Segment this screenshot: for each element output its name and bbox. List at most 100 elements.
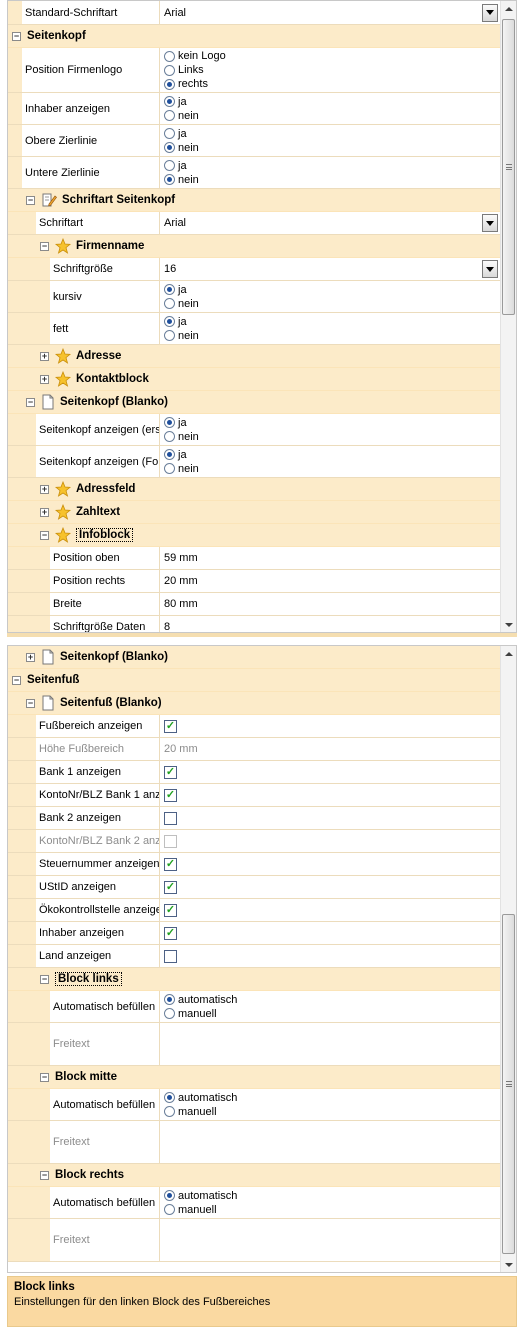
radio-option-ja[interactable]: ja (164, 95, 199, 109)
collapse-icon[interactable]: − (40, 530, 49, 540)
checkbox[interactable]: ✓ (164, 926, 177, 940)
property-value[interactable]: ✓ (160, 876, 500, 898)
radio-option-nein[interactable]: nein (164, 297, 199, 311)
category-seitenkopf[interactable]: − Seitenkopf (8, 25, 500, 48)
category-kontaktblock[interactable]: + Kontaktblock (8, 368, 500, 391)
vertical-scrollbar[interactable] (500, 646, 516, 1272)
property-value[interactable]: Arial (160, 212, 500, 234)
checkbox[interactable] (164, 811, 177, 825)
radio-button[interactable] (164, 1190, 175, 1201)
expand-icon[interactable]: + (26, 652, 35, 662)
splitter[interactable] (7, 633, 517, 637)
radio-button[interactable] (164, 1008, 175, 1019)
property-value[interactable]: ✓ (160, 853, 500, 875)
property-value[interactable]: ja nein (160, 414, 500, 445)
checkbox[interactable]: ✓ (164, 719, 177, 733)
property-value[interactable]: 80 mm (160, 593, 500, 615)
property-value[interactable]: ✓ (160, 715, 500, 737)
property-value[interactable]: 59 mm (160, 547, 500, 569)
radio-button[interactable] (164, 449, 175, 460)
collapse-icon[interactable]: − (40, 974, 49, 984)
radio-button[interactable] (164, 1204, 175, 1215)
radio-button[interactable] (164, 417, 175, 428)
collapse-icon[interactable]: − (40, 241, 49, 251)
radio-option-nein[interactable]: nein (164, 141, 199, 155)
expand-icon[interactable]: + (40, 484, 49, 494)
property-value[interactable] (160, 1023, 500, 1065)
radio-button[interactable] (164, 174, 175, 185)
radio-option-ja[interactable]: ja (164, 448, 199, 462)
scrollbar-thumb[interactable] (502, 914, 515, 1254)
property-value[interactable]: ✓ (160, 761, 500, 783)
property-value[interactable]: Arial (160, 1, 500, 24)
category-seitenfuß-blanko[interactable]: − Seitenfuß (Blanko) (8, 692, 500, 715)
radio-option-nein[interactable]: nein (164, 430, 199, 444)
category-adressfeld[interactable]: + Adressfeld (8, 478, 500, 501)
collapse-icon[interactable]: − (40, 1170, 49, 1180)
category-seitenfuß[interactable]: − Seitenfuß (8, 669, 500, 692)
scroll-down-arrow-icon[interactable] (501, 617, 516, 632)
radio-button[interactable] (164, 128, 175, 139)
property-value[interactable]: ja nein (160, 157, 500, 188)
radio-option-ja[interactable]: ja (164, 283, 199, 297)
property-value[interactable]: ja nein (160, 313, 500, 344)
radio-option-ja[interactable]: ja (164, 127, 199, 141)
category-schriftart-seitenkopf[interactable]: − Schriftart Seitenkopf (8, 189, 500, 212)
category-seitenkopf-blanko[interactable]: + Seitenkopf (Blanko) (8, 646, 500, 669)
scrollbar-thumb[interactable] (502, 19, 515, 315)
checkbox[interactable]: ✓ (164, 765, 177, 779)
collapse-icon[interactable]: − (26, 698, 35, 708)
category-seitenkopf-blanko[interactable]: − Seitenkopf (Blanko) (8, 391, 500, 414)
radio-button[interactable] (164, 298, 175, 309)
dropdown-arrow-button[interactable] (482, 3, 498, 22)
radio-option-manuell[interactable]: manuell (164, 1105, 237, 1119)
property-value[interactable]: automatisch manuell (160, 1187, 500, 1218)
radio-option-links[interactable]: Links (164, 63, 226, 77)
expand-icon[interactable]: + (40, 507, 49, 517)
category-block-rechts[interactable]: − Block rechts (8, 1164, 500, 1187)
radio-button[interactable] (164, 142, 175, 153)
radio-button[interactable] (164, 160, 175, 171)
radio-button[interactable] (164, 78, 175, 90)
collapse-icon[interactable]: − (12, 675, 21, 685)
checkbox[interactable]: ✓ (164, 788, 177, 802)
radio-button[interactable] (164, 994, 175, 1005)
property-value[interactable] (160, 830, 500, 852)
property-value[interactable] (160, 945, 500, 967)
radio-option-nein[interactable]: nein (164, 173, 199, 187)
property-value[interactable]: ja nein (160, 93, 500, 124)
checkbox[interactable]: ✓ (164, 880, 177, 894)
property-value[interactable]: ✓ (160, 922, 500, 944)
category-block-links[interactable]: − Block links (8, 968, 500, 991)
property-value[interactable] (160, 1121, 500, 1163)
collapse-icon[interactable]: − (12, 31, 21, 41)
expand-icon[interactable]: + (40, 351, 49, 361)
radio-option-nein[interactable]: nein (164, 329, 199, 343)
radio-option-ja[interactable]: ja (164, 315, 199, 329)
radio-button[interactable] (164, 110, 175, 121)
property-value[interactable]: ja nein (160, 281, 500, 312)
dropdown-arrow-button[interactable] (482, 214, 498, 232)
property-value[interactable]: automatisch manuell (160, 1089, 500, 1120)
collapse-icon[interactable]: − (40, 1072, 49, 1082)
scroll-up-arrow-icon[interactable] (501, 646, 516, 661)
property-value[interactable] (160, 1219, 500, 1261)
radio-option-ja[interactable]: ja (164, 416, 199, 430)
checkbox[interactable]: ✓ (164, 857, 177, 871)
property-value[interactable]: 20 mm (160, 738, 500, 760)
property-value[interactable]: ✓ (160, 784, 500, 806)
dropdown-arrow-button[interactable] (482, 260, 498, 278)
category-infoblock[interactable]: − Infoblock (8, 524, 500, 547)
radio-button[interactable] (164, 316, 175, 327)
radio-button[interactable] (164, 96, 175, 107)
checkbox[interactable] (164, 949, 177, 963)
property-value[interactable]: ja nein (160, 125, 500, 156)
radio-button[interactable] (164, 431, 175, 442)
radio-option-nein[interactable]: nein (164, 109, 199, 123)
radio-button[interactable] (164, 463, 175, 474)
scroll-down-arrow-icon[interactable] (501, 1257, 516, 1272)
radio-button[interactable] (164, 1106, 175, 1117)
radio-option-nein[interactable]: nein (164, 462, 199, 476)
category-adresse[interactable]: + Adresse (8, 345, 500, 368)
radio-option-rechts[interactable]: rechts (164, 77, 226, 91)
